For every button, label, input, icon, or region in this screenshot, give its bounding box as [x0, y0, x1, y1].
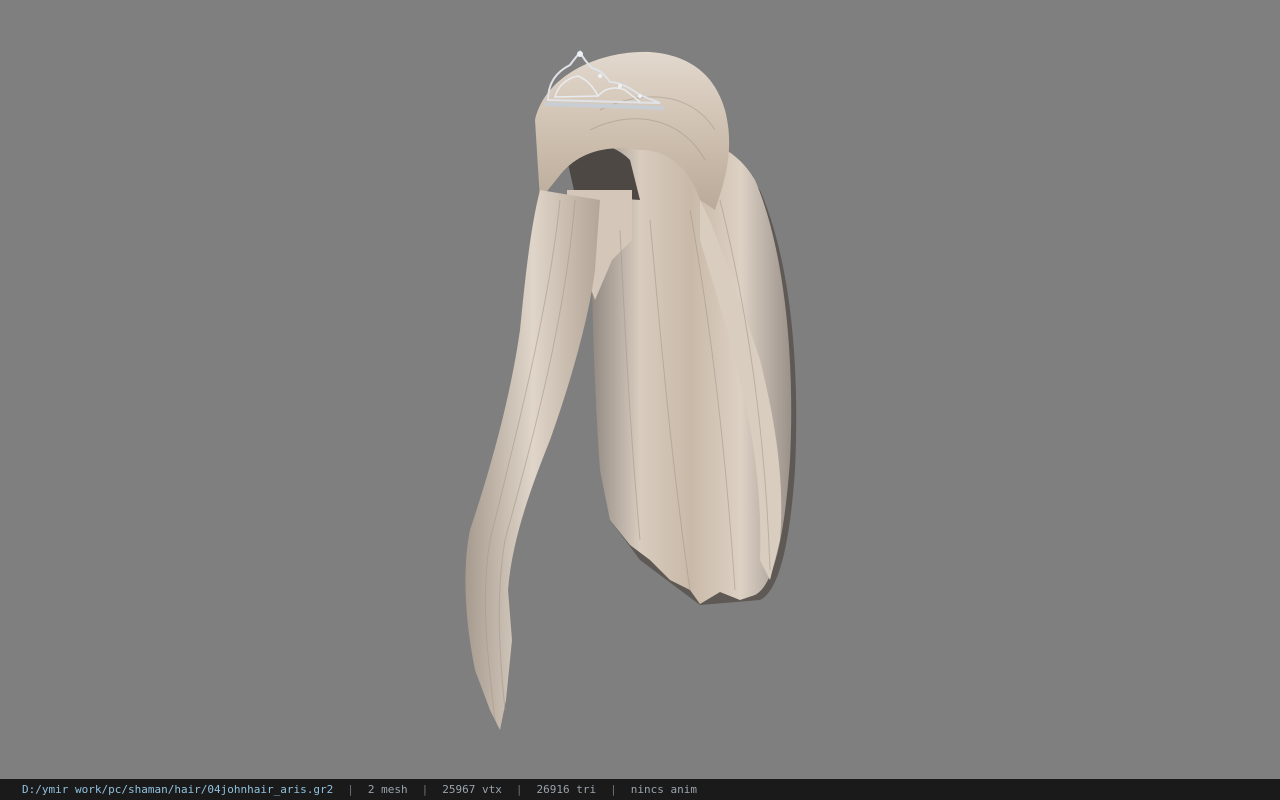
hair-model[interactable] — [0, 0, 1280, 779]
separator: | — [610, 783, 617, 796]
mesh-count: 2 mesh — [367, 783, 408, 796]
separator: | — [515, 783, 523, 796]
status-bar: D:/ymir work/pc/shaman/hair/04johnhair_a… — [0, 779, 1280, 800]
anim-status: nincs anim — [630, 783, 697, 796]
vertex-count: 25967 vtx — [442, 783, 502, 796]
triangle-count: 26916 tri — [536, 783, 597, 796]
file-path: D:/ymir work/pc/shaman/hair/04johnhair_a… — [22, 783, 334, 796]
3d-viewport[interactable] — [0, 0, 1280, 779]
separator: | — [347, 783, 354, 796]
separator: | — [421, 783, 429, 796]
hair-front-left-strand — [465, 190, 600, 730]
